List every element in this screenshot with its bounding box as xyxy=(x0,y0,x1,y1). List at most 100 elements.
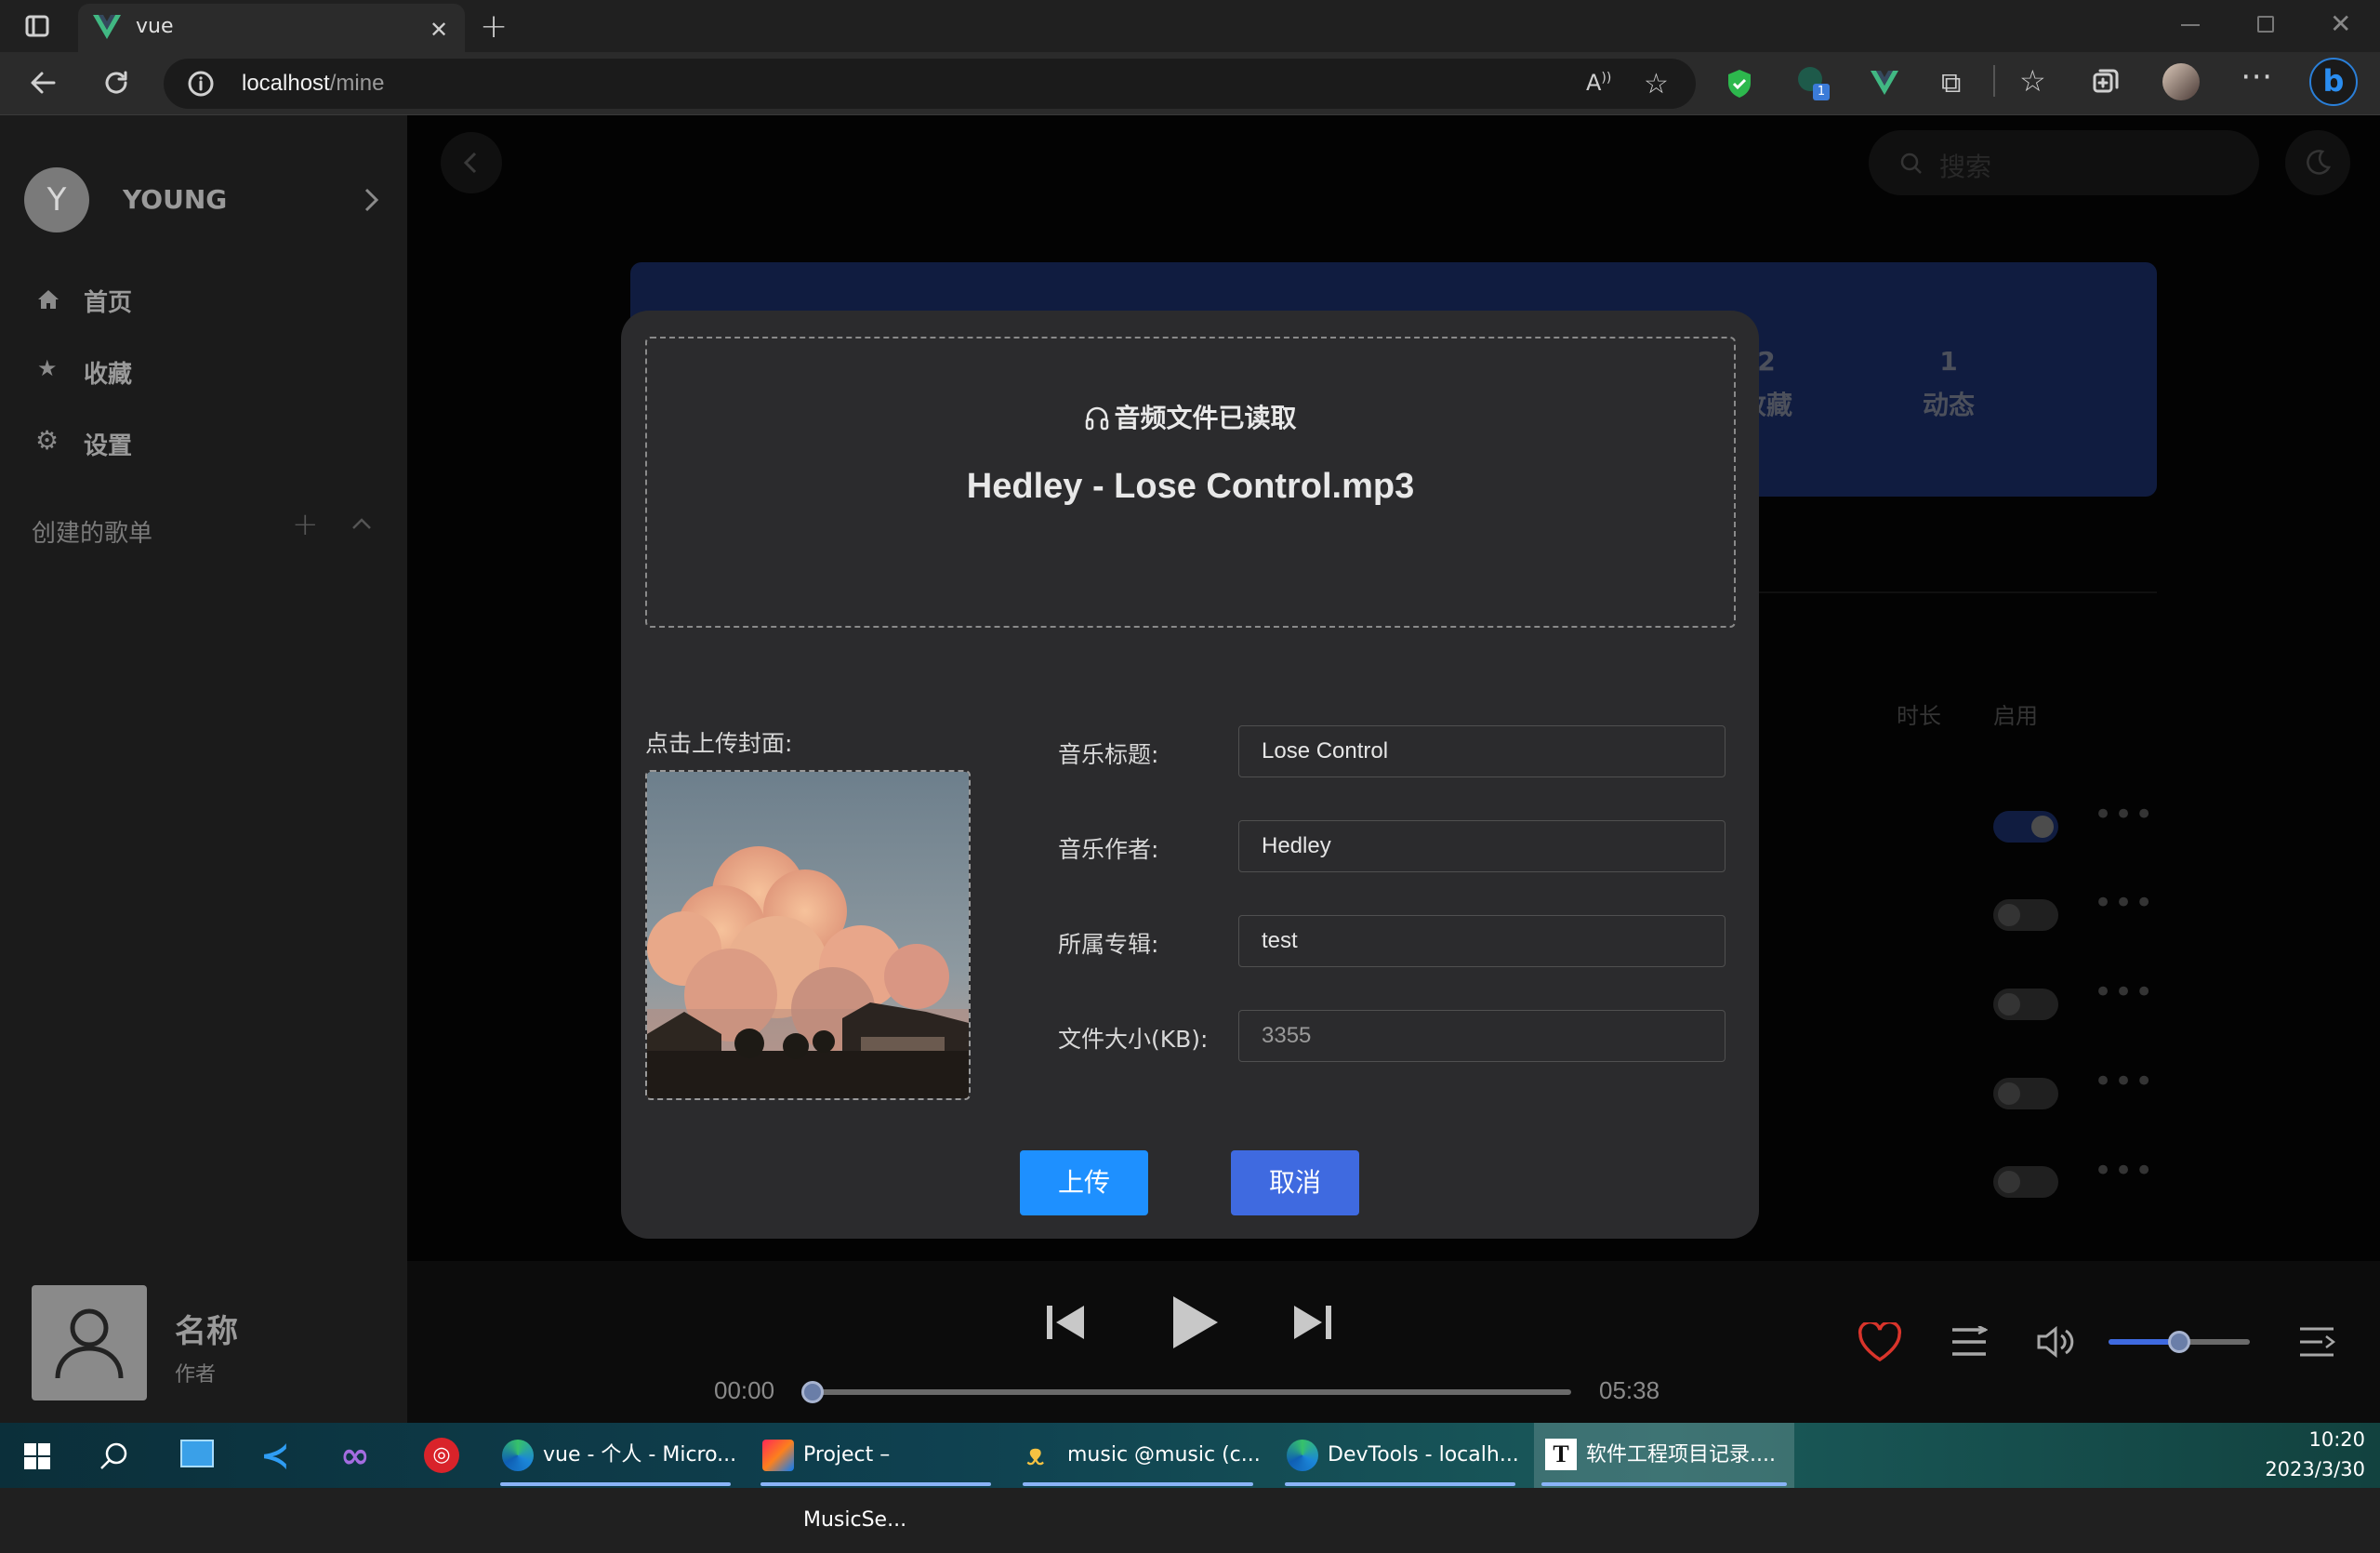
title-input[interactable]: Lose Control xyxy=(1238,725,1726,777)
cover-upload-label: 点击上传封面: xyxy=(645,730,793,757)
filesize-field-label: 文件大小(KB): xyxy=(1058,1026,1209,1053)
clock-date[interactable]: 2023/3/30 xyxy=(2248,1458,2365,1480)
track-artist: 作者 xyxy=(175,1363,217,1387)
sidebar-item-home[interactable]: 首页 xyxy=(37,282,372,319)
volume-icon[interactable] xyxy=(2036,1326,2075,1358)
browser-tab[interactable]: vue ✕ xyxy=(78,4,465,52)
vscode-icon[interactable]: ≺ xyxy=(260,1438,290,1473)
netease-music-icon[interactable]: ◎ xyxy=(424,1438,459,1473)
cancel-button[interactable]: 取消 xyxy=(1231,1150,1359,1215)
cover-image xyxy=(647,772,969,1098)
current-time: 00:00 xyxy=(714,1376,775,1404)
cover-image-upload[interactable] xyxy=(645,770,971,1100)
upload-status: 音频文件已读取 xyxy=(1114,403,1297,433)
visual-studio-icon[interactable]: ∞ xyxy=(340,1438,370,1473)
back-arrow-icon[interactable] xyxy=(30,69,58,97)
user-avatar[interactable]: Y xyxy=(24,167,89,232)
more-menu-icon[interactable]: ⋯ xyxy=(2241,58,2272,95)
title-field-label: 音乐标题: xyxy=(1058,741,1159,768)
upload-button[interactable]: 上传 xyxy=(1020,1150,1148,1215)
favorite-add-icon[interactable]: ☆ xyxy=(1644,68,1669,100)
toolbar-divider xyxy=(1993,65,1995,97)
audio-drop-zone[interactable]: 音频文件已读取 Hedley - Lose Control.mp3 xyxy=(645,337,1736,628)
url-path: /mine xyxy=(329,71,385,96)
desktop-icon[interactable] xyxy=(180,1440,214,1467)
artist-field-label: 音乐作者: xyxy=(1058,836,1159,863)
window-close-icon[interactable]: ✕ xyxy=(2330,8,2351,39)
track-name: 名称 xyxy=(175,1313,238,1350)
intellij-icon xyxy=(762,1440,794,1471)
audio-filename: Hedley - Lose Control.mp3 xyxy=(966,467,1415,506)
restore-icon[interactable] xyxy=(2257,16,2274,33)
profile-avatar[interactable] xyxy=(2162,63,2200,100)
clock-time[interactable]: 10:20 xyxy=(2287,1428,2365,1451)
site-info-icon[interactable] xyxy=(188,71,214,97)
edge-icon xyxy=(502,1440,534,1471)
heart-icon[interactable] xyxy=(1858,1322,1902,1361)
tab-actions-icon[interactable] xyxy=(24,13,50,39)
gear-icon: ⚙ xyxy=(35,425,60,456)
vue-devtools-icon[interactable] xyxy=(1871,71,1898,95)
play-icon[interactable] xyxy=(1170,1294,1220,1350)
chevron-up-icon[interactable] xyxy=(351,517,372,530)
taskbar-app-devtools[interactable]: DevTools - localh... xyxy=(1277,1423,1523,1488)
chevron-right-icon[interactable] xyxy=(363,186,381,214)
taskbar-app-label: vue - 个人 - Micro... xyxy=(543,1443,737,1467)
sidebar-item-settings[interactable]: ⚙ 设置 xyxy=(35,425,372,462)
sidebar: Y YOUNG 首页 ★ 收藏 ⚙ 设置 创建的歌单 + xyxy=(0,115,407,1261)
sidebar-item-favorites[interactable]: ★ 收藏 xyxy=(37,353,372,391)
shield-extension-icon[interactable] xyxy=(1726,69,1753,99)
total-time: 05:38 xyxy=(1599,1376,1660,1404)
artist-input[interactable]: Hedley xyxy=(1238,820,1726,872)
sidebar-item-label: 设置 xyxy=(84,432,133,460)
taskbar-app-label: 软件工程项目记录.... xyxy=(1586,1443,1776,1467)
username[interactable]: YOUNG xyxy=(123,184,227,215)
taskbar-app-typora[interactable]: T 软件工程项目记录.... xyxy=(1534,1423,1794,1488)
favorites-icon[interactable]: ☆ xyxy=(2019,63,2046,99)
tab-close-icon[interactable]: ✕ xyxy=(430,17,448,43)
active-indicator xyxy=(1023,1482,1253,1486)
active-indicator xyxy=(500,1482,731,1486)
extensions-puzzle-icon[interactable]: ⧉ xyxy=(1941,67,1961,100)
taskbar-app-navicat[interactable]: ᴥ music @music (c... xyxy=(1015,1423,1261,1488)
bing-copilot-icon[interactable]: b xyxy=(2309,58,2358,106)
next-track-icon[interactable] xyxy=(1292,1302,1333,1343)
playlists-header: 创建的歌单 xyxy=(32,520,153,548)
taskbar-app-intellij[interactable]: Project – MusicSe... xyxy=(753,1423,998,1532)
previous-track-icon[interactable] xyxy=(1045,1302,1086,1343)
player-bar: 名称 作者 00:00 05:38 xyxy=(0,1261,2380,1423)
browser-toolbar: localhost/mine A)) ☆ 1 ⧉ ☆ ⋯ b xyxy=(0,52,2380,115)
address-field[interactable]: localhost/mine A)) ☆ xyxy=(164,59,1696,109)
progress-slider[interactable] xyxy=(801,1381,1571,1403)
refresh-icon[interactable] xyxy=(102,69,130,97)
active-indicator xyxy=(760,1482,991,1486)
tab-title: vue xyxy=(136,15,174,38)
taskbar-app-vue-edge[interactable]: vue - 个人 - Micro... xyxy=(493,1423,738,1488)
collections-icon[interactable] xyxy=(2092,67,2120,95)
playlist-mode-icon[interactable] xyxy=(1950,1326,1988,1358)
star-icon: ★ xyxy=(37,355,58,381)
navicat-icon: ᴥ xyxy=(1026,1437,1045,1472)
taskbar-search-icon[interactable] xyxy=(99,1441,128,1471)
album-input[interactable]: test xyxy=(1238,915,1726,967)
user-icon xyxy=(55,1308,124,1379)
filesize-input: 3355 xyxy=(1238,1010,1726,1062)
active-indicator xyxy=(1285,1482,1515,1486)
new-tab-icon[interactable]: + xyxy=(480,7,508,46)
volume-slider[interactable] xyxy=(2109,1331,2250,1353)
minimize-icon[interactable] xyxy=(2181,24,2200,26)
windows-start-icon[interactable] xyxy=(24,1443,50,1469)
headphones-icon xyxy=(1084,405,1110,431)
active-indicator xyxy=(1541,1482,1787,1486)
vue-logo-icon xyxy=(93,15,121,39)
url-host: localhost xyxy=(242,71,330,96)
taskbar-app-label: DevTools - localh... xyxy=(1328,1443,1519,1467)
progress-handle[interactable] xyxy=(801,1381,824,1403)
volume-handle[interactable] xyxy=(2168,1331,2190,1353)
add-playlist-icon[interactable]: + xyxy=(292,506,319,543)
track-cover[interactable] xyxy=(32,1285,147,1400)
queue-list-icon[interactable] xyxy=(2298,1326,2335,1358)
typora-icon: T xyxy=(1545,1439,1577,1470)
read-aloud-icon[interactable]: A)) xyxy=(1586,70,1611,96)
extension-badge-icon[interactable]: 1 xyxy=(1798,67,1830,100)
